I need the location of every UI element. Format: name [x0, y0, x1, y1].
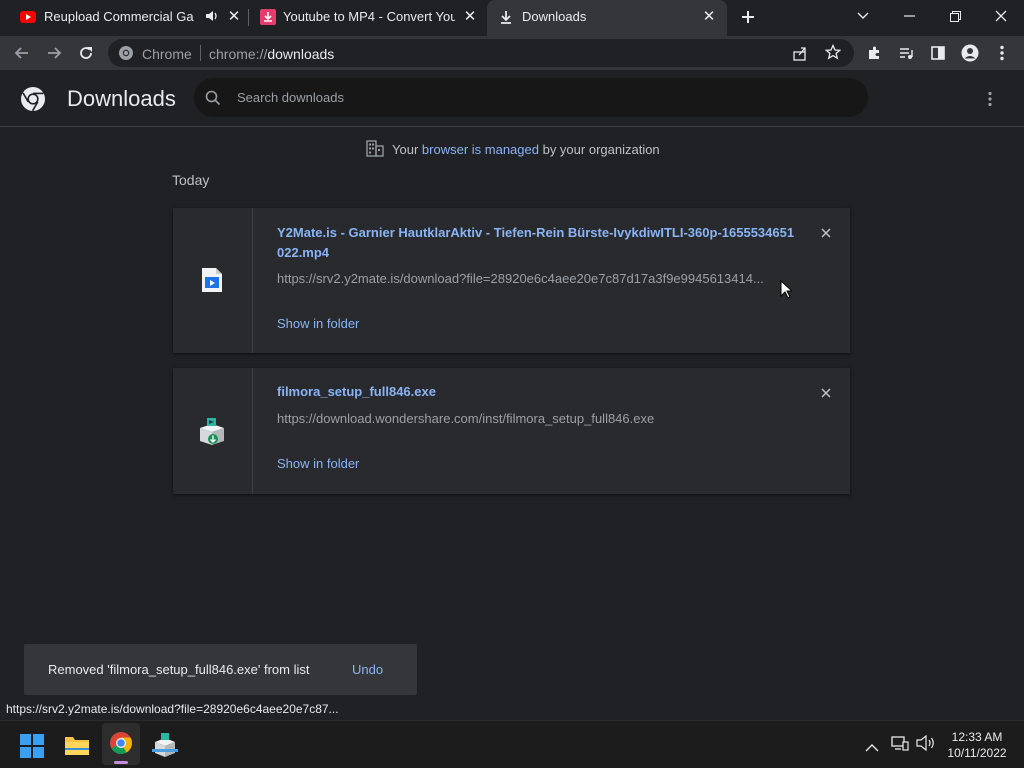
back-icon[interactable]: [10, 41, 34, 65]
link-status-bar: https://srv2.y2mate.is/download?file=289…: [0, 700, 345, 720]
download-icon-column: [173, 368, 253, 494]
system-clock[interactable]: 12:33 AM 10/11/2022: [944, 729, 1010, 761]
close-tab-icon[interactable]: ✕: [701, 9, 717, 25]
tab-search-chevron-icon[interactable]: [840, 0, 886, 32]
chrome-logo-icon: [118, 45, 134, 66]
search-placeholder: Search downloads: [237, 90, 344, 105]
show-hidden-icons-chevron[interactable]: [865, 739, 879, 757]
undo-button[interactable]: Undo: [352, 662, 383, 677]
extensions-icon[interactable]: [862, 41, 886, 65]
managed-text: Your browser is managed by your organiza…: [392, 142, 660, 157]
new-tab-button[interactable]: [738, 7, 758, 27]
tab-reupload-commercial[interactable]: Reupload Commercial Garnier ✕: [8, 0, 246, 34]
profile-avatar-icon[interactable]: [958, 41, 982, 65]
chrome-taskbar-icon[interactable]: [102, 723, 140, 765]
section-label-today: Today: [172, 172, 210, 188]
network-icon[interactable]: [891, 735, 909, 756]
bookmark-star-icon[interactable]: [824, 43, 842, 65]
forward-icon[interactable]: [42, 41, 66, 65]
omnibox[interactable]: Chrome chrome://downloads: [108, 39, 854, 67]
download-icon-column: [173, 208, 253, 353]
search-icon: [205, 90, 221, 111]
speaker-icon[interactable]: [205, 9, 219, 26]
side-panel-icon[interactable]: [926, 41, 950, 65]
close-tab-icon[interactable]: ✕: [462, 9, 478, 25]
managed-prefix: Your: [392, 142, 419, 157]
chrome-logo-icon: [20, 86, 46, 117]
downloads-header: Downloads Search downloads: [0, 70, 1024, 127]
omnibox-divider: [200, 45, 201, 61]
installer-icon: [196, 416, 228, 451]
more-actions-icon[interactable]: [988, 91, 992, 112]
building-icon: [366, 140, 384, 160]
page-title: Downloads: [67, 86, 176, 111]
clock-time: 12:33 AM: [951, 730, 1003, 744]
toast-message: Removed 'filmora_setup_full846.exe' from…: [48, 662, 310, 677]
omnibox-url: chrome://downloads: [209, 46, 334, 62]
active-indicator: [114, 761, 128, 764]
show-in-folder-link[interactable]: Show in folder: [277, 456, 359, 471]
video-file-icon: [201, 267, 223, 298]
windows-start-icon[interactable]: [20, 734, 44, 763]
tab-downloads[interactable]: Downloads ✕: [487, 0, 727, 36]
download-url[interactable]: https://download.wondershare.com/inst/fi…: [277, 411, 654, 426]
tab-separator: [248, 9, 249, 26]
browser-toolbar: Chrome chrome://downloads: [0, 36, 1024, 70]
tab-strip: Reupload Commercial Garnier ✕ Youtube to…: [0, 0, 1024, 36]
mouse-cursor-icon: [780, 279, 794, 304]
tab-title: Reupload Commercial Garnier: [44, 9, 194, 24]
managed-suffix: by your organization: [542, 142, 660, 157]
download-item: Y2Mate.is - Garnier HautklarAktiv - Tief…: [173, 208, 850, 353]
y2mate-icon: [260, 9, 276, 25]
tab-youtube-to-mp4[interactable]: Youtube to MP4 - Convert Youtube ✕: [250, 0, 486, 34]
reload-icon[interactable]: [74, 41, 98, 65]
scheme-label: Chrome: [142, 46, 192, 62]
share-icon[interactable]: [792, 45, 808, 66]
media-controls-icon[interactable]: [894, 41, 918, 65]
url-scheme: chrome://: [209, 46, 268, 62]
remove-download-icon[interactable]: [818, 225, 834, 241]
filmora-installer-taskbar-icon[interactable]: [152, 732, 178, 763]
youtube-icon: [20, 11, 36, 23]
close-tab-icon[interactable]: ✕: [226, 9, 242, 25]
windows-taskbar: 12:33 AM 10/11/2022: [0, 720, 1024, 768]
filename-line: Y2Mate.is - Garnier HautklarAktiv - Tief…: [277, 225, 795, 240]
filename-line: 022.mp4: [277, 245, 330, 260]
remove-download-icon[interactable]: [818, 385, 834, 401]
download-url[interactable]: https://srv2.y2mate.is/download?file=289…: [277, 271, 764, 286]
file-explorer-icon[interactable]: [64, 734, 90, 761]
download-item: filmora_setup_full846.exe https://downlo…: [173, 368, 850, 494]
volume-icon[interactable]: [916, 734, 936, 756]
download-filename-link[interactable]: Y2Mate.is - Garnier HautklarAktiv - Tief…: [277, 223, 795, 263]
download-filename-link[interactable]: filmora_setup_full846.exe: [277, 382, 436, 402]
minimize-button[interactable]: [886, 0, 932, 32]
removed-toast: Removed 'filmora_setup_full846.exe' from…: [24, 644, 417, 695]
tab-title: Youtube to MP4 - Convert Youtube: [283, 9, 455, 24]
managed-link[interactable]: browser is managed: [422, 142, 539, 157]
download-icon: [499, 9, 513, 28]
chrome-menu-icon[interactable]: [990, 41, 1014, 65]
url-host: downloads: [267, 46, 335, 62]
restore-button[interactable]: [932, 0, 978, 32]
show-in-folder-link[interactable]: Show in folder: [277, 316, 359, 331]
search-downloads-input[interactable]: Search downloads: [194, 78, 868, 117]
close-window-button[interactable]: [978, 0, 1024, 32]
tab-title: Downloads: [522, 9, 587, 24]
clock-date: 10/11/2022: [947, 746, 1007, 760]
